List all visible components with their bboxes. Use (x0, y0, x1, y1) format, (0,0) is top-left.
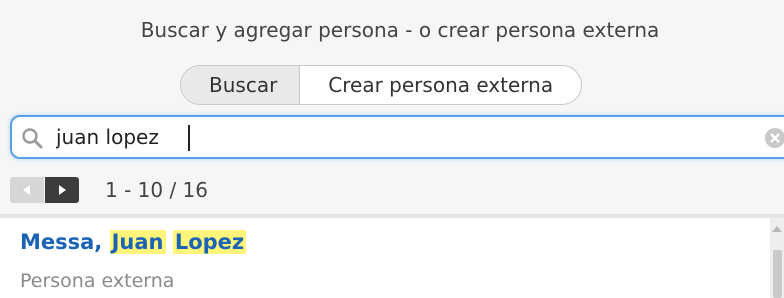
name-prefix: Messa, (20, 230, 110, 254)
pagination: 1 - 10 / 16 (10, 177, 208, 203)
match-highlight: Juan (109, 230, 166, 254)
results-list: Messa, Juan Lopez Persona externa (0, 218, 770, 298)
tab-buscar[interactable]: Buscar (181, 66, 301, 104)
page-range: 1 - 10 / 16 (105, 178, 209, 202)
match-highlight: Lopez (172, 230, 247, 254)
next-page-button[interactable] (45, 177, 79, 203)
chevron-right-icon (59, 185, 66, 195)
search-box (10, 115, 784, 159)
mode-segmented-control: Buscar Crear persona externa (180, 65, 583, 105)
result-type: Persona externa (20, 270, 175, 292)
dialog-title: Buscar y agregar persona - o crear perso… (140, 18, 660, 42)
chevron-left-icon (23, 185, 30, 195)
clear-icon[interactable] (764, 127, 784, 149)
search-icon (22, 128, 43, 149)
text-caret (188, 125, 190, 151)
name-separator (166, 230, 173, 254)
result-name-link[interactable]: Messa, Juan Lopez (20, 230, 247, 254)
scrollbar[interactable] (770, 218, 784, 298)
previous-page-button[interactable] (10, 177, 44, 203)
tab-crear-persona-externa[interactable]: Crear persona externa (300, 66, 581, 104)
scrollbar-thumb[interactable] (773, 250, 782, 298)
scroll-up-arrow-icon[interactable] (772, 226, 782, 232)
search-input[interactable] (56, 117, 716, 157)
